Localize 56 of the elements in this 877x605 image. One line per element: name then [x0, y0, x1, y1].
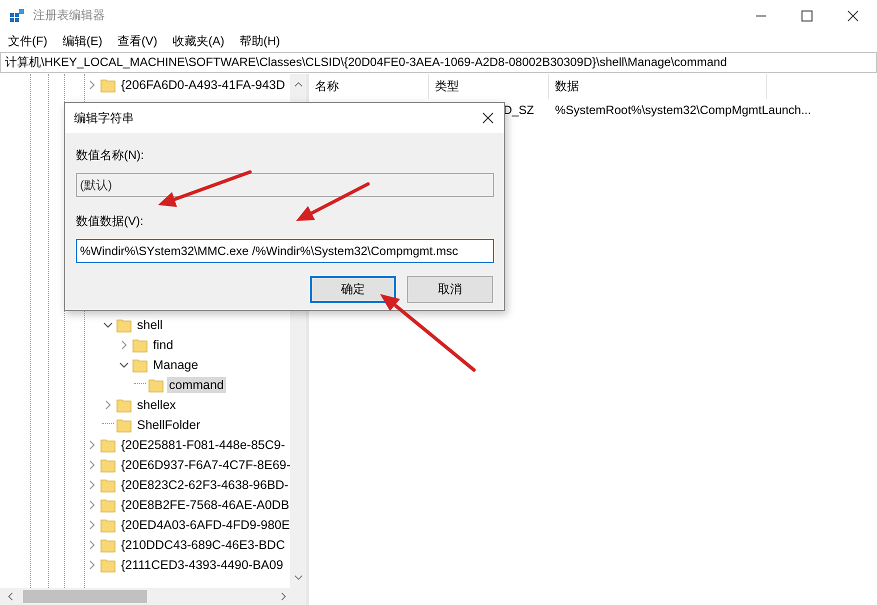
close-icon[interactable] — [847, 10, 859, 22]
maximize-icon[interactable] — [801, 10, 813, 22]
tree-item[interactable]: ShellFolder — [135, 417, 202, 433]
folder-icon — [116, 417, 132, 433]
registry-cubes-icon — [9, 8, 25, 24]
scrollbar-thumb[interactable] — [23, 590, 147, 603]
close-icon[interactable] — [482, 112, 494, 124]
column-header[interactable]: 数据 — [549, 74, 767, 99]
menu-item[interactable]: 文件(F) — [8, 32, 48, 50]
tree-item[interactable]: command — [167, 377, 226, 393]
folder-icon — [148, 377, 164, 393]
tree-item[interactable]: {206FA6D0-A493-41FA-943D — [119, 77, 287, 93]
horizontal-scrollbar[interactable] — [0, 588, 306, 605]
tree-item[interactable]: {20E6D937-F6A7-4C7F-8E69- — [119, 457, 290, 473]
scroll-left-icon[interactable] — [6, 592, 15, 601]
tree-item[interactable]: {210DDC43-689C-46E3-BDC — [119, 537, 287, 553]
folder-icon — [100, 477, 116, 493]
folder-icon — [132, 357, 148, 373]
folder-icon — [132, 337, 148, 353]
tree-item[interactable]: {20ED4A03-6AFD-4FD9-980E — [119, 517, 290, 533]
tree-item[interactable]: find — [151, 337, 176, 353]
tree-item[interactable]: {2111CED3-4393-4490-BA09 — [119, 557, 286, 573]
folder-icon — [100, 437, 116, 453]
folder-icon — [100, 537, 116, 553]
input-field[interactable]: (默认) — [76, 173, 494, 197]
scroll-up-icon[interactable] — [294, 80, 302, 89]
folder-icon — [100, 497, 116, 513]
field-label: 数值数据(V): — [76, 213, 144, 230]
menu-item[interactable]: 帮助(H) — [239, 32, 280, 50]
folder-icon — [100, 457, 116, 473]
window-title: 注册表编辑器 — [33, 7, 105, 24]
tree-item[interactable]: {20E8B2FE-7568-46AE-A0DB — [119, 497, 290, 513]
tree-item[interactable]: {20E823C2-62F3-4638-96BD- — [119, 477, 290, 493]
table-cell: %SystemRoot%\system32\CompMgmtLaunch... — [555, 103, 812, 117]
menu-item[interactable]: 收藏夹(A) — [172, 32, 224, 50]
field-label: 数值名称(N): — [76, 147, 145, 164]
folder-icon — [116, 317, 132, 333]
tree-item[interactable]: {20E25881-F081-448e-85C9- — [119, 437, 288, 453]
cancel-button[interactable]: 取消 — [407, 276, 493, 303]
column-header[interactable]: 名称 — [309, 74, 429, 99]
menu-item[interactable]: 查看(V) — [117, 32, 158, 50]
folder-icon — [100, 77, 116, 93]
scroll-down-icon[interactable] — [294, 573, 302, 582]
tree-item[interactable]: shell — [135, 317, 165, 333]
dialog-title: 编辑字符串 — [74, 110, 134, 126]
address-field[interactable]: 计算机\HKEY_LOCAL_MACHINE\SOFTWARE\Classes\CLSID\{20D04FE0-3AEA-1069-A2D8-08002B30309D}\shell\Manage\command — [0, 52, 877, 73]
column-header[interactable]: 类型 — [429, 74, 549, 99]
scroll-right-icon[interactable] — [279, 592, 288, 601]
folder-icon — [100, 557, 116, 573]
ok-button[interactable]: 确定 — [310, 276, 396, 303]
menu-item[interactable]: 编辑(E) — [62, 32, 102, 50]
folder-icon — [100, 517, 116, 533]
tree-item[interactable]: Manage — [151, 357, 200, 373]
input-field[interactable]: %Windir%\SYstem32\MMC.exe /%Windir%\System32\Compmgmt.msc — [76, 239, 494, 263]
tree-item[interactable]: shellex — [135, 397, 178, 413]
folder-icon — [116, 397, 132, 413]
